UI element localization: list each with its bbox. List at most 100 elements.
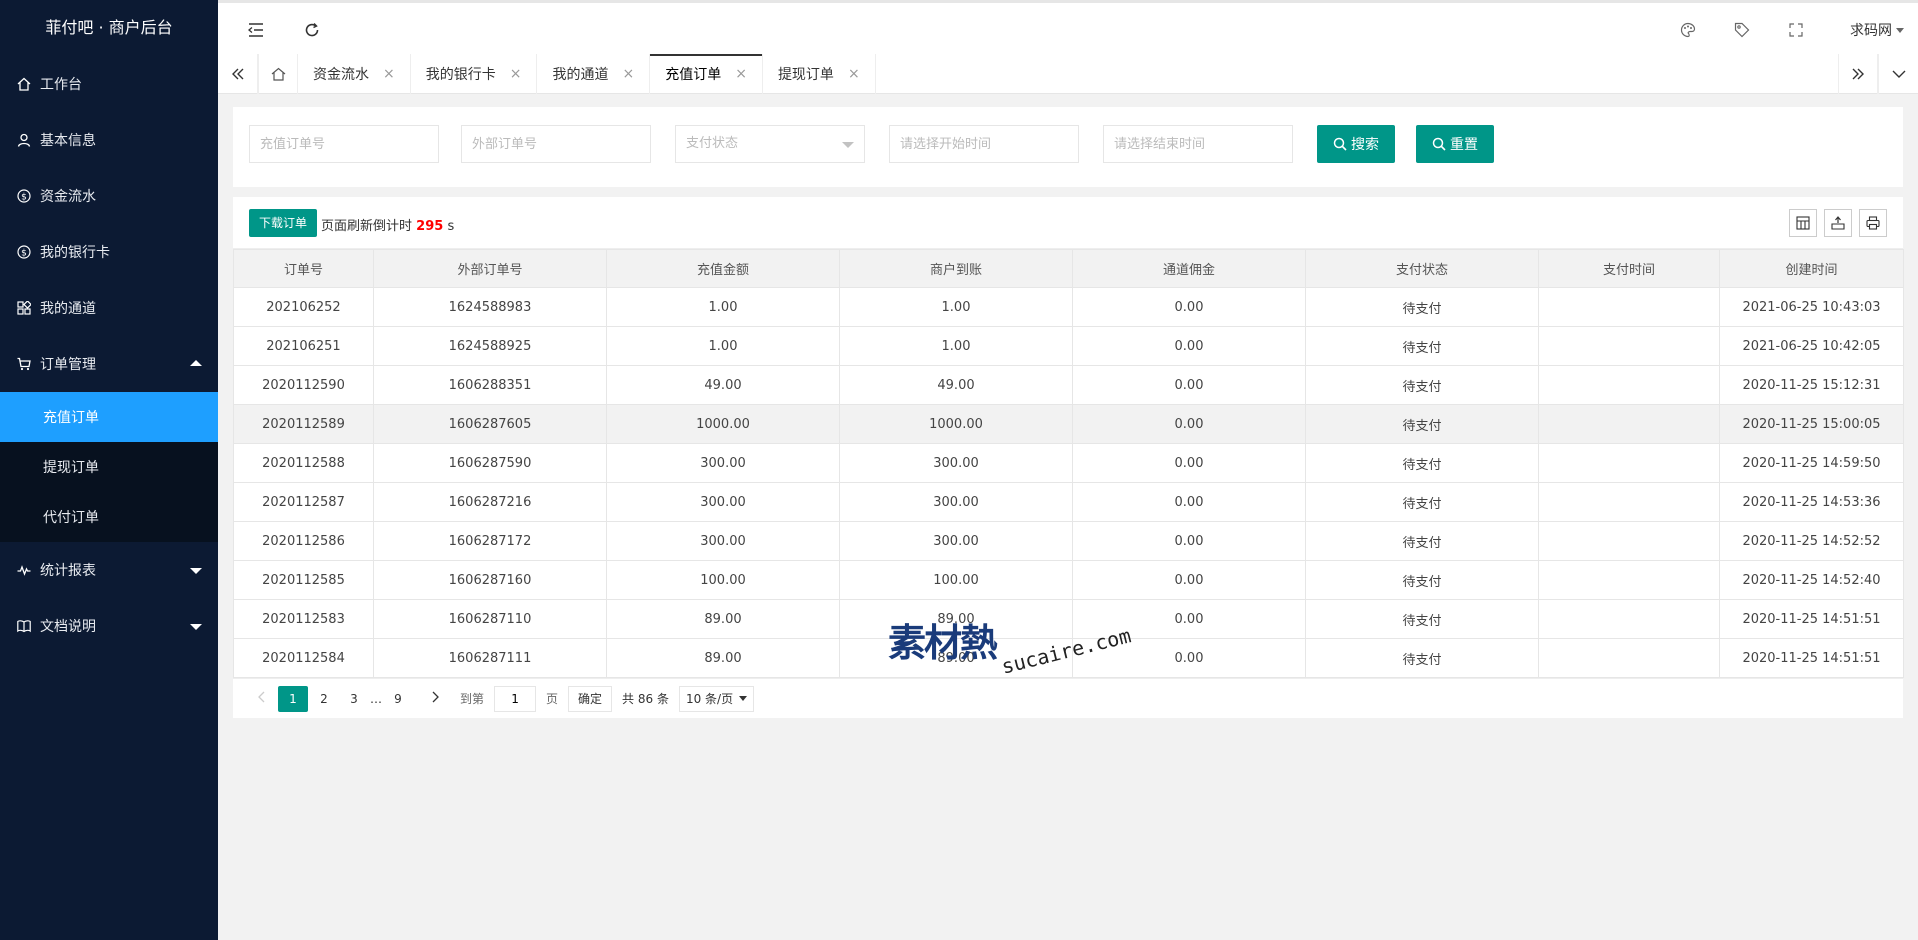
dollar-icon: $ <box>16 244 32 260</box>
refresh-icon[interactable] <box>302 20 322 40</box>
table-row[interactable]: 202106252 1624588983 1.00 1.00 0.00 待支付 2021-0… <box>233 287 1904 327</box>
table-cell: 2020-11-25 14:59:50 <box>1719 443 1904 483</box>
page-button[interactable]: 9 <box>384 686 412 712</box>
column-header[interactable]: 订单号 <box>233 249 374 288</box>
tab-channel[interactable]: 我的通道 × <box>537 54 651 94</box>
table-cell: 1606287590 <box>373 443 607 483</box>
fullscreen-icon[interactable] <box>1786 20 1806 40</box>
close-icon[interactable]: × <box>735 66 747 82</box>
table-row[interactable]: 2020112589 1606287605 1000.00 1000.00 0.00 待支… <box>233 404 1904 444</box>
page-size-select[interactable]: 10 条/页 <box>678 685 755 712</box>
sidebar-subitem-recharge-orders[interactable]: 充值订单 <box>0 392 218 442</box>
theme-icon[interactable] <box>1678 20 1698 40</box>
end-time-input[interactable] <box>1103 125 1293 163</box>
tab-label: 我的银行卡 <box>425 67 496 83</box>
table-row[interactable]: 2020112585 1606287160 100.00 100.00 0.00 待支付 2… <box>233 560 1904 600</box>
pay-status-select[interactable]: 支付状态 <box>675 125 865 163</box>
columns-icon[interactable] <box>1789 209 1817 237</box>
page-button[interactable]: 2 <box>310 686 338 712</box>
table-row[interactable]: 2020112587 1606287216 300.00 300.00 0.00 待支付 2… <box>233 482 1904 522</box>
table-cell <box>1538 326 1720 366</box>
table-row[interactable]: 2020112588 1606287590 300.00 300.00 0.00 待支付 2… <box>233 443 1904 483</box>
table-cell: 待支付 <box>1305 599 1539 639</box>
start-time-input[interactable] <box>889 125 1079 163</box>
next-page-icon[interactable] <box>421 686 449 712</box>
tab-recharge-orders[interactable]: 充值订单 × <box>650 54 763 94</box>
goto-page-input[interactable] <box>494 685 537 712</box>
prev-page-icon[interactable] <box>248 686 276 712</box>
apps-icon <box>16 300 32 316</box>
page-button[interactable]: 1 <box>278 685 308 712</box>
sidebar-subitem-payout-orders[interactable]: 代付订单 <box>0 492 218 542</box>
tab-home[interactable] <box>258 54 298 94</box>
print-icon[interactable] <box>1859 209 1887 237</box>
tab-menu-chevron-down-icon[interactable] <box>1878 54 1918 94</box>
sidebar-item-bank-card[interactable]: $ 我的银行卡 <box>0 224 218 280</box>
pagination: 1 2 3 … 9 到第 页 确定 共 86 条 10 条/页 <box>233 678 1903 718</box>
tab-label: 资金流水 <box>313 67 369 83</box>
table-row[interactable]: 202106251 1624588925 1.00 1.00 0.00 待支付 2021-0… <box>233 326 1904 366</box>
table-tools <box>1782 209 1887 237</box>
sidebar-subitem-withdraw-orders[interactable]: 提现订单 <box>0 442 218 492</box>
table-cell: 0.00 <box>1072 443 1306 483</box>
export-icon[interactable] <box>1824 209 1852 237</box>
table-row[interactable]: 2020112590 1606288351 49.00 49.00 0.00 待支付 202… <box>233 365 1904 405</box>
table-cell: 2021-06-25 10:42:05 <box>1719 326 1904 366</box>
sidebar-item-basic-info[interactable]: 基本信息 <box>0 112 218 168</box>
chevron-down-icon <box>190 624 202 630</box>
order-no-input[interactable] <box>249 125 439 163</box>
table-cell: 2020112583 <box>233 599 374 639</box>
table-cell: 1606287160 <box>373 560 607 600</box>
user-menu[interactable]: 求码网 <box>1850 20 1904 40</box>
reset-button-label: 重置 <box>1450 137 1478 153</box>
goto-confirm-button[interactable]: 确定 <box>568 685 613 712</box>
column-header[interactable]: 充值金额 <box>606 249 840 288</box>
close-icon[interactable]: × <box>383 66 395 82</box>
external-order-input[interactable] <box>461 125 651 163</box>
app-title: 菲付吧 · 商户后台 <box>45 18 173 37</box>
refresh-prefix: 页面刷新倒计时 <box>321 219 413 234</box>
table-cell: 0.00 <box>1072 521 1306 561</box>
sidebar-item-docs[interactable]: 文档说明 <box>0 598 218 654</box>
sidebar-item-statistics[interactable]: 统计报表 <box>0 542 218 598</box>
table-cell: 2020112589 <box>233 404 374 444</box>
column-header[interactable]: 外部订单号 <box>373 249 607 288</box>
table-cell: 0.00 <box>1072 365 1306 405</box>
search-button[interactable]: 搜索 <box>1317 125 1395 163</box>
watermark: 素材熱 sucaire.com <box>888 612 1133 679</box>
column-header[interactable]: 支付状态 <box>1305 249 1539 288</box>
table-cell: 1606288351 <box>373 365 607 405</box>
sidebar-item-order-management[interactable]: 订单管理 <box>0 336 218 392</box>
tab-bank-card[interactable]: 我的银行卡 × <box>411 54 538 94</box>
tab-list: 资金流水 × 我的银行卡 × 我的通道 × 充值订单 × 提现订单 × <box>298 54 876 94</box>
reset-button[interactable]: 重置 <box>1416 125 1494 163</box>
column-header[interactable]: 商户到账 <box>839 249 1073 288</box>
chevron-down-icon <box>1896 27 1904 33</box>
page-button[interactable]: 3 <box>340 686 368 712</box>
table-cell: 待支付 <box>1305 560 1539 600</box>
column-header[interactable]: 通道佣金 <box>1072 249 1306 288</box>
tab-scroll-left-icon[interactable] <box>218 54 258 94</box>
menu-fold-icon[interactable] <box>246 20 266 40</box>
column-header[interactable]: 创建时间 <box>1719 249 1904 288</box>
table-cell: 1.00 <box>839 287 1073 327</box>
column-header[interactable]: 支付时间 <box>1538 249 1720 288</box>
tag-icon[interactable] <box>1732 20 1752 40</box>
tab-fund-flow[interactable]: 资金流水 × <box>298 54 411 94</box>
chevron-down-icon <box>190 568 202 574</box>
close-icon[interactable]: × <box>848 66 860 82</box>
sidebar-item-workbench[interactable]: 工作台 <box>0 56 218 112</box>
table-cell: 1.00 <box>606 287 840 327</box>
download-orders-button[interactable]: 下载订单 <box>249 209 318 237</box>
select-placeholder: 支付状态 <box>686 136 739 151</box>
tab-scroll-right-icon[interactable] <box>1838 54 1878 94</box>
close-icon[interactable]: × <box>510 66 522 82</box>
tab-withdraw-orders[interactable]: 提现订单 × <box>763 54 876 94</box>
sidebar-item-channel[interactable]: 我的通道 <box>0 280 218 336</box>
sidebar-item-fund-flow[interactable]: $ 资金流水 <box>0 168 218 224</box>
close-icon[interactable]: × <box>622 66 634 82</box>
sidebar-item-label: 统计报表 <box>40 563 96 579</box>
table-row[interactable]: 2020112586 1606287172 300.00 300.00 0.00 待支付 2… <box>233 521 1904 561</box>
sidebar-item-label: 文档说明 <box>40 619 96 635</box>
table-cell: 待支付 <box>1305 287 1539 327</box>
